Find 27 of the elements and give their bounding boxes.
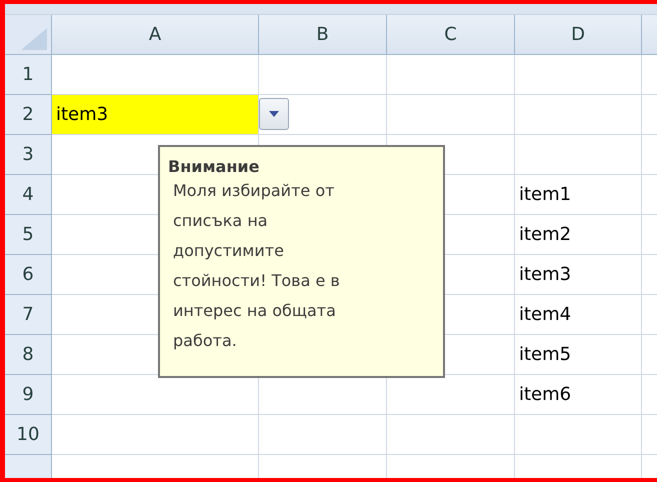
column-header[interactable]: D	[515, 15, 642, 55]
tooltip-message: Моля избирайте от списъка на допустимите стойности! Това е в интерес на общата работа.	[172, 180, 341, 352]
row-header[interactable]: 9	[5, 375, 52, 415]
row-header[interactable]: 6	[5, 255, 52, 295]
row-header[interactable]: 10	[5, 415, 52, 455]
table-cell-text: item6	[518, 383, 572, 407]
row-header[interactable]: 4	[5, 175, 52, 215]
row-header[interactable]: 8	[5, 335, 52, 375]
column-header[interactable]: A	[52, 15, 259, 55]
column-header[interactable]: B	[259, 15, 387, 55]
row-header[interactable]: 7	[5, 295, 52, 335]
tooltip-title: Внимание	[168, 157, 260, 176]
table-cell-text: item1	[518, 183, 572, 207]
dropdown-button[interactable]	[259, 98, 289, 130]
corner-triangle-icon	[21, 28, 47, 50]
row-header[interactable]: 1	[5, 55, 52, 95]
column-header[interactable]: C	[387, 15, 515, 55]
select-all-button[interactable]	[5, 15, 52, 55]
table-cell: item3	[52, 95, 258, 134]
caret-icon	[269, 111, 279, 117]
table-cell-text: item3	[518, 263, 572, 287]
row-header[interactable]: 5	[5, 215, 52, 255]
table-cell-text: item4	[518, 303, 572, 327]
table-cell-text: item2	[518, 223, 572, 247]
table-cell-text: item5	[518, 343, 572, 367]
row-header[interactable]: 3	[5, 135, 52, 175]
row-header[interactable]: 2	[5, 95, 52, 135]
